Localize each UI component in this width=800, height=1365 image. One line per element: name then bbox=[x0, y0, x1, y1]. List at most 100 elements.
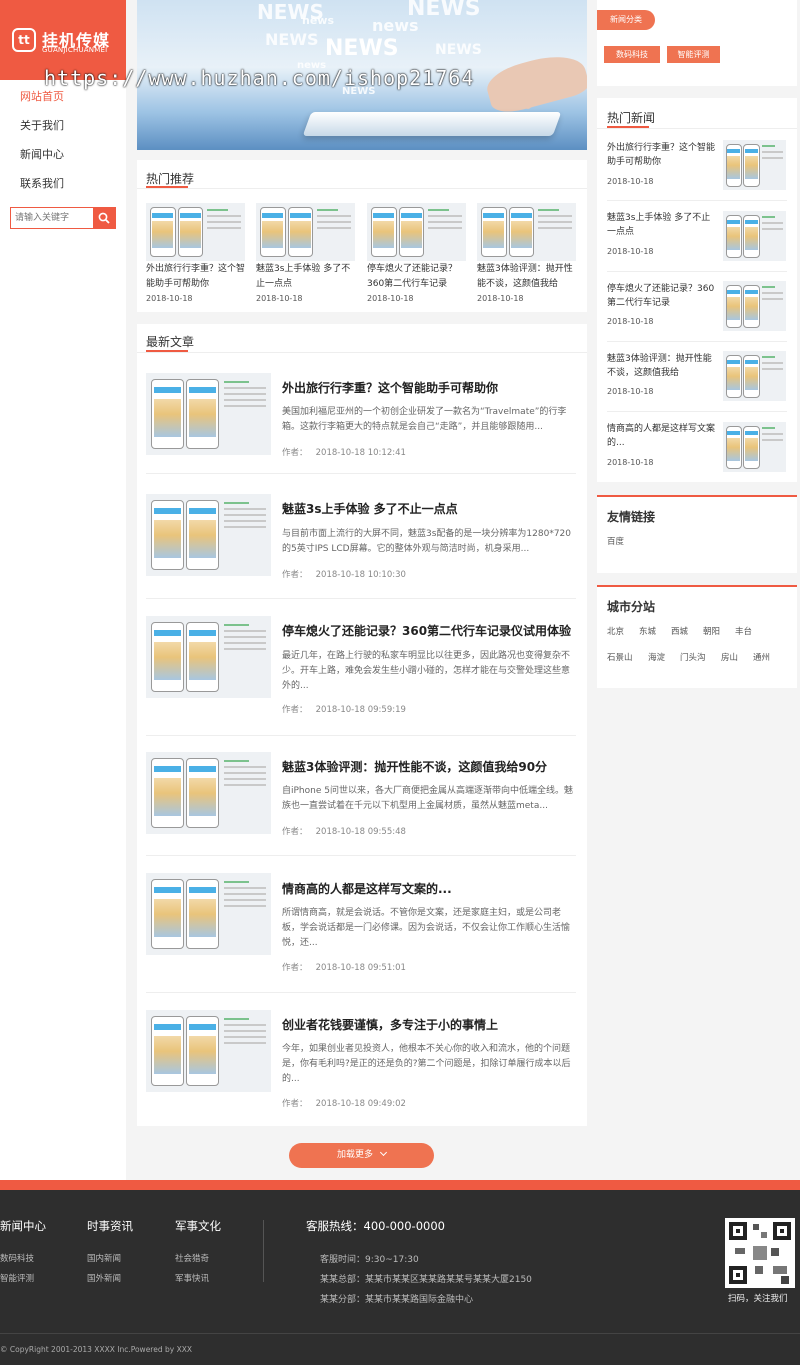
city-link[interactable]: 房山 bbox=[721, 651, 738, 663]
hot-news-thumb[interactable] bbox=[723, 211, 786, 261]
city-link[interactable]: 石景山 bbox=[607, 651, 633, 663]
hot-news-thumb[interactable] bbox=[723, 281, 786, 331]
phone-image bbox=[151, 378, 184, 450]
footer-link[interactable]: 国外新闻 bbox=[87, 1272, 121, 1284]
article-title[interactable]: 魅蓝3s上手体验 多了不止一点点 bbox=[282, 500, 458, 517]
thumb-lines bbox=[762, 286, 784, 304]
phone-image bbox=[186, 378, 219, 450]
city-link[interactable]: 通州 bbox=[753, 651, 770, 663]
footer-link[interactable]: 军事快讯 bbox=[175, 1272, 209, 1284]
hot-thumb[interactable] bbox=[367, 203, 466, 261]
footer-link[interactable]: 数码科技 bbox=[0, 1252, 34, 1264]
footer-column-title[interactable]: 军事文化 bbox=[175, 1218, 221, 1234]
hot-news-item-date: 2018-10-18 bbox=[607, 317, 654, 326]
footer-link[interactable]: 国内新闻 bbox=[87, 1252, 121, 1264]
city-link[interactable]: 海淀 bbox=[648, 651, 665, 663]
phone-image bbox=[480, 207, 507, 257]
friend-link[interactable]: 百度 bbox=[607, 535, 624, 547]
category-tag[interactable]: 智能评测 bbox=[667, 46, 720, 63]
search-button[interactable] bbox=[93, 208, 115, 228]
divider bbox=[146, 855, 576, 856]
banner-word: news bbox=[302, 14, 335, 27]
search-input[interactable] bbox=[11, 208, 93, 228]
phone-image bbox=[398, 207, 425, 257]
hot-news-item-title[interactable]: 停车熄火了还能记录？360第二代行车记录 bbox=[607, 282, 715, 310]
hot-news-item-date: 2018-10-18 bbox=[607, 387, 654, 396]
city-link[interactable]: 朝阳 bbox=[703, 625, 720, 637]
city-link[interactable]: 北京 bbox=[607, 625, 624, 637]
hot-thumb[interactable] bbox=[256, 203, 355, 261]
divider bbox=[146, 735, 576, 736]
article-author-label: 作者： bbox=[282, 827, 308, 837]
nav-item-contact[interactable]: 联系我们 bbox=[20, 175, 64, 191]
article-meta: 作者： 2018-10-18 09:49:02 bbox=[282, 1097, 406, 1109]
phone-image bbox=[725, 354, 742, 398]
qr-code-image bbox=[725, 1218, 795, 1288]
search-box bbox=[10, 207, 116, 229]
phone-image bbox=[259, 207, 286, 257]
phone-image bbox=[725, 143, 742, 187]
phone-image bbox=[743, 354, 760, 398]
hot-thumb[interactable] bbox=[146, 203, 245, 261]
load-more-button[interactable]: 加载更多 bbox=[289, 1143, 434, 1168]
copyright-text: © CopyRight 2001-2013 XXXX Inc.Powered b… bbox=[0, 1345, 192, 1354]
thumb-lines bbox=[762, 356, 784, 374]
footer-column-title[interactable]: 新闻中心 bbox=[0, 1218, 46, 1234]
hot-news-item-title[interactable]: 外出旅行行李重？这个智能助手可帮助你 bbox=[607, 141, 715, 169]
divider bbox=[146, 473, 576, 474]
phone-image bbox=[186, 499, 219, 571]
article-date: 2018-10-18 09:59:19 bbox=[315, 705, 406, 715]
banner-word: news bbox=[372, 16, 419, 35]
article-title[interactable]: 停车熄火了还能记录？360第二代行车记录仪试用体验 bbox=[282, 622, 571, 639]
hot-news-item-title[interactable]: 魅蓝3s上手体验 多了不止一点点 bbox=[607, 211, 715, 239]
hot-news-thumb[interactable] bbox=[723, 351, 786, 401]
article-author-label: 作者： bbox=[282, 963, 308, 973]
article-title[interactable]: 创业者花钱要谨慎，多专注于小的事情上 bbox=[282, 1016, 498, 1033]
hot-news-item-title[interactable]: 情商高的人都是这样写文案的... bbox=[607, 422, 715, 450]
nav-item-home[interactable]: 网站首页 bbox=[20, 88, 64, 104]
category-tag[interactable]: 数码科技 bbox=[604, 46, 660, 63]
thumb-lines bbox=[207, 208, 242, 233]
footer-column-title[interactable]: 时事资讯 bbox=[87, 1218, 133, 1234]
footer-link[interactable]: 社会猎奇 bbox=[175, 1252, 209, 1264]
article-title[interactable]: 外出旅行行李重？这个智能助手可帮助你 bbox=[282, 379, 498, 396]
article-thumb[interactable] bbox=[146, 494, 271, 576]
thumb-lines bbox=[762, 216, 784, 234]
article-meta: 作者： 2018-10-18 09:59:19 bbox=[282, 703, 406, 715]
article-thumb[interactable] bbox=[146, 1010, 271, 1092]
hot-news-thumb[interactable] bbox=[723, 140, 786, 190]
city-link[interactable]: 东城 bbox=[639, 625, 656, 637]
article-thumb[interactable] bbox=[146, 373, 271, 455]
footer-link[interactable]: 智能评测 bbox=[0, 1272, 34, 1284]
banner-hand bbox=[482, 47, 587, 118]
article-excerpt: 与目前市面上流行的大屏不同，魅蓝3s配备的是一块分辨率为1280*720的5英寸… bbox=[282, 529, 571, 554]
phone-image bbox=[151, 621, 184, 693]
article-excerpt: 美国加利福尼亚州的一个初创企业研发了一款名为“Travelmate”的行李箱。这… bbox=[282, 407, 567, 432]
hot-news-thumb[interactable] bbox=[723, 422, 786, 472]
nav-item-about[interactable]: 关于我们 bbox=[20, 117, 64, 133]
thumb-lines bbox=[223, 624, 266, 654]
hot-news-item-title[interactable]: 魅蓝3体验评测：抛开性能不谈，这颜值我给 bbox=[607, 352, 715, 380]
hot-item-title[interactable]: 停车熄火了还能记录？360第二代行车记录 bbox=[367, 262, 467, 292]
city-link[interactable]: 西城 bbox=[671, 625, 688, 637]
categories-title: 新闻分类 bbox=[597, 10, 655, 30]
hot-item-title[interactable]: 魅蓝3体验评测：抛开性能不谈，这颜值我给 bbox=[477, 262, 579, 292]
hot-item-title[interactable]: 外出旅行行李重？这个智能助手可帮助你 bbox=[146, 262, 246, 292]
phone-image bbox=[370, 207, 397, 257]
banner-word: NEWS bbox=[435, 42, 482, 58]
hot-item-title[interactable]: 魅蓝3s上手体验 多了不止一点点 bbox=[256, 262, 356, 292]
article-title[interactable]: 魅蓝3体验评测：抛开性能不谈，这颜值我给90分 bbox=[282, 758, 547, 775]
hot-thumb[interactable] bbox=[477, 203, 576, 261]
article-title[interactable]: 情商高的人都是这样写文案的... bbox=[282, 880, 452, 897]
city-link[interactable]: 门头沟 bbox=[680, 651, 706, 663]
article-date: 2018-10-18 09:55:48 bbox=[315, 827, 406, 837]
watermark-url: https://www.huzhan.com/ishop21764 bbox=[44, 66, 475, 90]
article-thumb[interactable] bbox=[146, 616, 271, 698]
footer-bottom-divider bbox=[0, 1333, 800, 1334]
city-link[interactable]: 丰台 bbox=[735, 625, 752, 637]
logo-mark-icon: tt bbox=[12, 28, 36, 52]
nav-item-news[interactable]: 新闻中心 bbox=[20, 146, 64, 162]
article-date: 2018-10-18 10:12:41 bbox=[315, 448, 406, 458]
article-thumb[interactable] bbox=[146, 752, 271, 834]
article-thumb[interactable] bbox=[146, 873, 271, 955]
